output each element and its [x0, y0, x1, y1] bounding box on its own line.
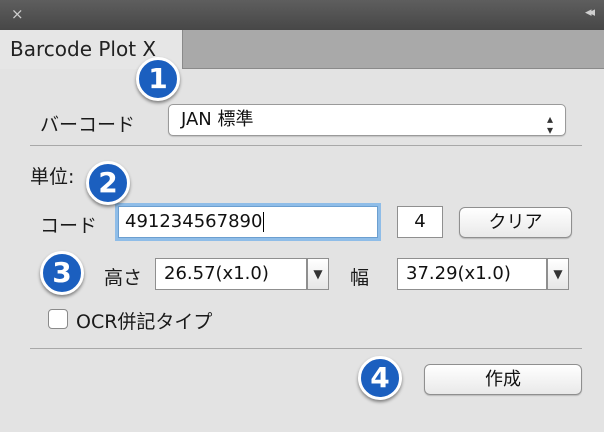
- collapse-icon[interactable]: ◂◂: [585, 4, 595, 22]
- code-input-value: 491234567890: [125, 211, 263, 232]
- panel-body: バーコード JAN 標準 ▴ ▾ 単位: コード 491234567890 4 ク…: [0, 69, 604, 432]
- code-label: コード: [40, 215, 98, 237]
- unit-label: 単位:: [30, 166, 75, 188]
- callout-badge-2: 2: [86, 161, 130, 205]
- clear-button[interactable]: クリア: [459, 207, 572, 238]
- height-input[interactable]: 26.57(x1.0): [155, 258, 307, 290]
- width-input[interactable]: 37.29(x1.0): [397, 258, 547, 290]
- panel-title-bar: × ◂◂: [0, 0, 604, 31]
- barcode-type-label: バーコード: [40, 114, 136, 136]
- check-digit-field: 4: [397, 206, 443, 238]
- dropdown-arrow-icon: ▼: [553, 267, 563, 281]
- barcode-type-selected: JAN 標準: [181, 109, 254, 130]
- dropdown-arrow-icon: ▼: [313, 267, 323, 281]
- width-dropdown-button[interactable]: ▼: [547, 258, 569, 290]
- up-down-arrows-icon: ▴ ▾: [546, 112, 553, 137]
- ocr-checkbox[interactable]: [48, 309, 68, 329]
- height-label: 高さ: [104, 267, 143, 289]
- callout-badge-4: 4: [358, 356, 402, 400]
- tab-strip: Barcode Plot X: [0, 30, 604, 69]
- height-dropdown-button[interactable]: ▼: [307, 258, 329, 290]
- callout-badge-1: 1: [136, 57, 180, 101]
- separator: [30, 145, 582, 146]
- create-button[interactable]: 作成: [424, 364, 582, 395]
- callout-badge-3: 3: [40, 251, 84, 295]
- width-label: 幅: [350, 267, 370, 289]
- barcode-type-select[interactable]: JAN 標準 ▴ ▾: [168, 104, 566, 136]
- close-icon[interactable]: ×: [11, 5, 24, 23]
- ocr-label[interactable]: OCR併記タイプ: [76, 307, 212, 334]
- code-input[interactable]: 491234567890: [118, 206, 378, 238]
- separator: [30, 348, 582, 349]
- text-caret: [263, 212, 265, 232]
